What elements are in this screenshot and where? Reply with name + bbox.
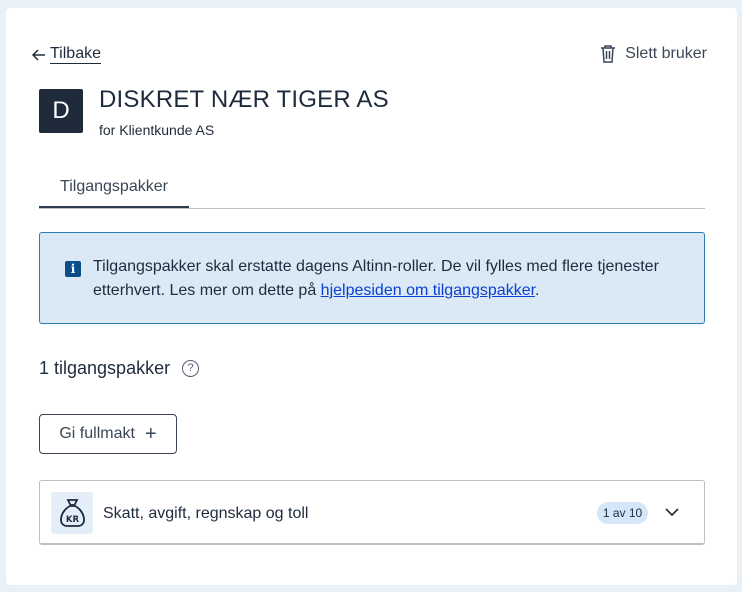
avatar: D bbox=[39, 89, 83, 133]
package-name: Skatt, avgift, regnskap og toll bbox=[103, 505, 309, 522]
package-count-badge: 1 av 10 bbox=[597, 502, 648, 524]
page-subtitle: for Klientkunde AS bbox=[99, 122, 215, 138]
info-alert-text: Tilgangspakker skal erstatte dagens Alti… bbox=[93, 255, 683, 303]
add-delegation-button[interactable]: Gi fullmakt + bbox=[39, 414, 177, 454]
package-item[interactable]: KR Skatt, avgift, regnskap og toll 1 av … bbox=[39, 480, 705, 545]
info-alert-suffix: . bbox=[535, 282, 540, 299]
help-page-link[interactable]: hjelpesiden om tilgangspakker bbox=[321, 282, 535, 299]
back-link-label: Tilbake bbox=[50, 45, 101, 64]
money-bag-kr-icon: KR bbox=[51, 492, 93, 534]
avatar-initial: D bbox=[52, 97, 70, 124]
info-alert: i Tilgangspakker skal erstatte dagens Al… bbox=[39, 232, 705, 324]
trash-icon bbox=[601, 45, 616, 63]
delete-user-label: Slett bruker bbox=[625, 45, 707, 62]
chevron-down-icon[interactable] bbox=[665, 507, 679, 517]
page-title: DISKRET NÆR TIGER AS bbox=[99, 86, 389, 113]
help-icon[interactable]: ? bbox=[182, 360, 200, 377]
delete-user-button[interactable]: Slett bruker bbox=[599, 44, 707, 64]
tab-bar: Tilgangspakker bbox=[39, 176, 705, 209]
package-count-label: 1 tilgangspakker bbox=[39, 358, 171, 378]
package-count: 1 tilgangspakker ? bbox=[39, 358, 200, 379]
info-icon: i bbox=[65, 261, 81, 277]
add-delegation-label: Gi fullmakt bbox=[59, 425, 135, 442]
svg-text:KR: KR bbox=[66, 515, 80, 525]
arrow-left-icon bbox=[32, 48, 45, 61]
back-link[interactable]: Tilbake bbox=[32, 45, 101, 64]
user-detail-card: Tilbake Slett bruker D DISKRET NÆR TIGER… bbox=[6, 8, 737, 585]
tab-tilgangspakker[interactable]: Tilgangspakker bbox=[39, 176, 189, 208]
plus-icon: + bbox=[144, 423, 157, 445]
